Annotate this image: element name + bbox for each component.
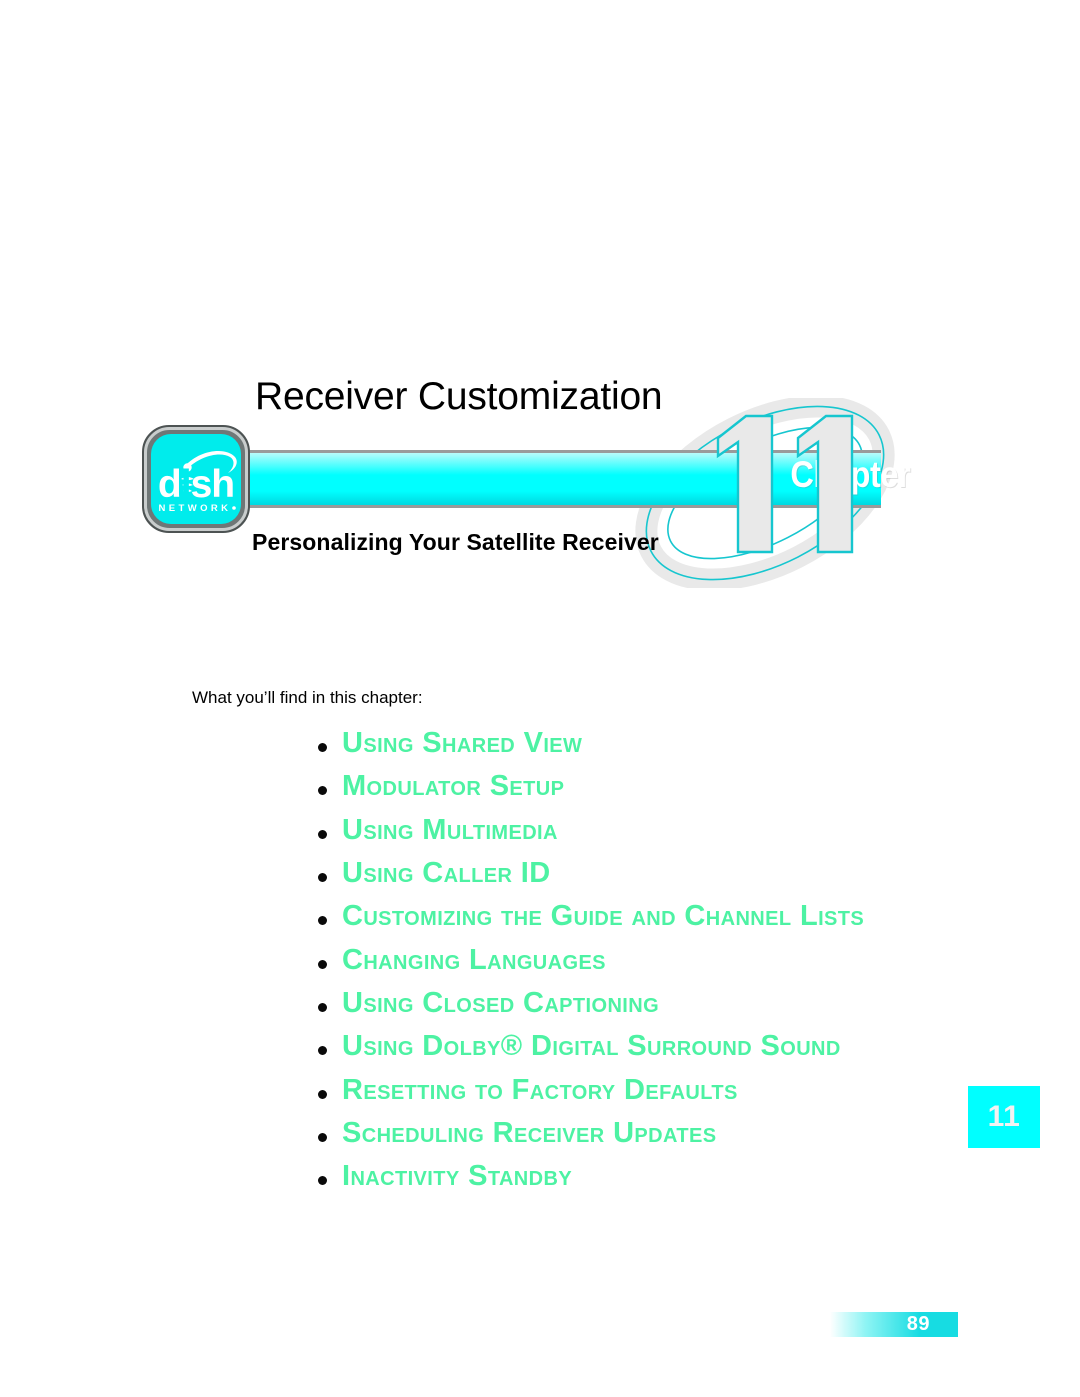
toc-entry-label: Customizing the Guide and Channel Lists — [342, 900, 865, 933]
bullet-icon — [318, 1176, 327, 1186]
list-item[interactable]: Customizing the Guide and Channel Lists — [310, 901, 970, 932]
svg-text:NETWORK: NETWORK — [159, 503, 232, 514]
chapter-intro-line: What you’ll find in this chapter: — [192, 688, 423, 707]
bullet-icon — [318, 786, 327, 796]
toc-entry-label: Inactivity Standby — [342, 1160, 573, 1193]
toc-entry-label: Using Shared View — [342, 727, 583, 759]
list-item[interactable]: Using Dolby® Digital Surround Sound — [310, 1031, 970, 1062]
page-footer-bar: 89 — [830, 1312, 958, 1337]
chapter-subtitle: Personalizing Your Satellite Receiver — [252, 529, 659, 555]
chapter-thumb-tab: 11 — [968, 1086, 1040, 1148]
chapter-header: Receiver Customization Chapter Personali… — [0, 0, 1080, 620]
bullet-icon — [318, 829, 327, 839]
bullet-icon — [318, 1002, 327, 1012]
toc-entry-label: Scheduling Receiver Updates — [342, 1116, 717, 1149]
page-number: 89 — [906, 1313, 930, 1335]
list-item[interactable]: Resetting to Factory Defaults — [310, 1073, 970, 1106]
chapter-contents-list: Using Shared View Modulator Setup Using … — [310, 727, 970, 1204]
bullet-icon — [318, 1089, 327, 1099]
bullet-icon — [318, 959, 327, 969]
chapter-banner-label: Chapter — [790, 454, 910, 495]
bullet-icon — [318, 1046, 327, 1056]
list-item[interactable]: Using Multimedia — [310, 813, 970, 846]
toc-entry-label: Using Caller ID — [342, 856, 551, 889]
list-item[interactable]: Using Closed Captioning — [310, 986, 970, 1019]
list-item[interactable]: Changing Languages — [310, 943, 970, 976]
list-item[interactable]: Using Shared View — [310, 727, 970, 759]
toc-entry-label: Resetting to Factory Defaults — [342, 1073, 738, 1106]
toc-entry-label: Using Dolby® Digital Surround Sound — [342, 1030, 841, 1063]
bullet-icon — [318, 743, 327, 753]
dish-network-logo: dish NETWORK — [142, 425, 250, 533]
toc-entry-label: Modulator Setup — [342, 770, 565, 803]
bullet-icon — [318, 916, 327, 926]
list-item[interactable]: Using Caller ID — [310, 856, 970, 889]
list-item[interactable]: Scheduling Receiver Updates — [310, 1116, 970, 1149]
bullet-icon — [318, 873, 327, 883]
svg-text:dish: dish — [158, 463, 234, 506]
list-item[interactable]: Inactivity Standby — [310, 1160, 970, 1193]
bullet-icon — [318, 1132, 327, 1142]
toc-entry-label: Using Multimedia — [342, 813, 558, 846]
list-item[interactable]: Modulator Setup — [310, 771, 970, 802]
toc-entry-label: Changing Languages — [342, 943, 606, 976]
chapter-banner-bar — [247, 450, 881, 508]
chapter-tab-number: 11 — [987, 1100, 1021, 1133]
page-title: Receiver Customization — [255, 375, 663, 418]
toc-entry-label: Using Closed Captioning — [342, 986, 660, 1019]
